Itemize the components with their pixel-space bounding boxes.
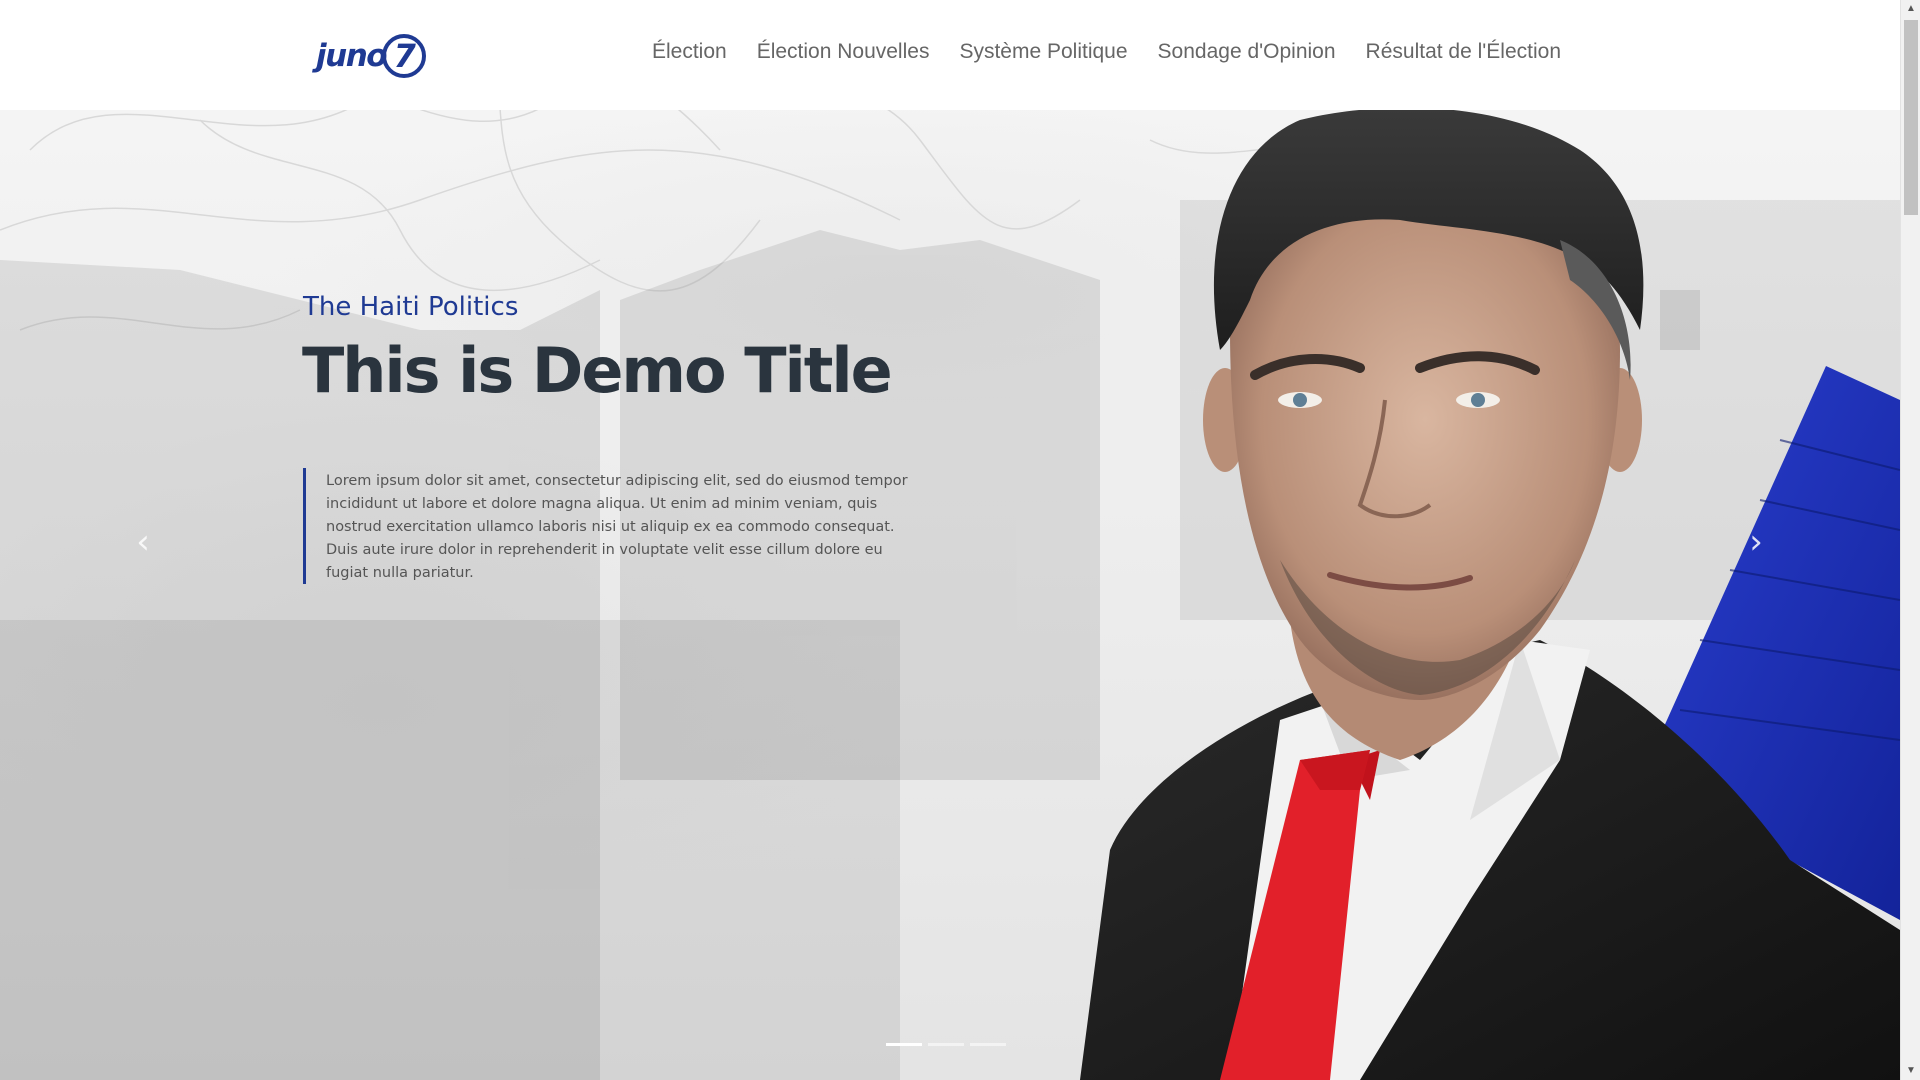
- site-header: juno 7 Élection Élection Nouvelles Systè…: [0, 0, 1900, 110]
- carousel-indicators: [886, 1043, 1006, 1046]
- chevron-right-icon[interactable]: ›: [1741, 522, 1771, 562]
- nav-link-election[interactable]: Élection: [652, 40, 727, 64]
- scroll-down-arrow-icon[interactable]: ▼: [1901, 1062, 1920, 1080]
- carousel-indicator[interactable]: [928, 1043, 964, 1046]
- page-scrollbar[interactable]: ▲ ▼: [1900, 0, 1920, 1080]
- main-nav: Élection Élection Nouvelles Système Poli…: [652, 40, 1561, 64]
- chevron-left-icon[interactable]: ‹: [128, 522, 158, 562]
- hero-title: This is Demo Title: [302, 334, 893, 407]
- nav-link-opinion-poll[interactable]: Sondage d'Opinion: [1158, 40, 1336, 64]
- logo-text: juno: [316, 38, 388, 74]
- nav-link-political-system[interactable]: Système Politique: [959, 40, 1127, 64]
- scrollbar-thumb[interactable]: [1904, 20, 1918, 215]
- hero-description: Lorem ipsum dolor sit amet, consectetur …: [303, 468, 913, 584]
- carousel-indicator[interactable]: [970, 1043, 1006, 1046]
- hero-carousel: The Haiti Politics This is Demo Title Lo…: [0, 0, 1900, 1080]
- candidate-portrait: [1080, 107, 1900, 1080]
- nav-link-election-news[interactable]: Élection Nouvelles: [757, 40, 930, 64]
- carousel-indicator[interactable]: [886, 1043, 922, 1046]
- site-logo[interactable]: juno 7: [316, 34, 427, 78]
- hero-subtitle: The Haiti Politics: [303, 292, 519, 322]
- logo-badge: 7: [382, 34, 427, 78]
- nav-link-election-results[interactable]: Résultat de l'Élection: [1366, 40, 1561, 64]
- scroll-up-arrow-icon[interactable]: ▲: [1901, 0, 1920, 18]
